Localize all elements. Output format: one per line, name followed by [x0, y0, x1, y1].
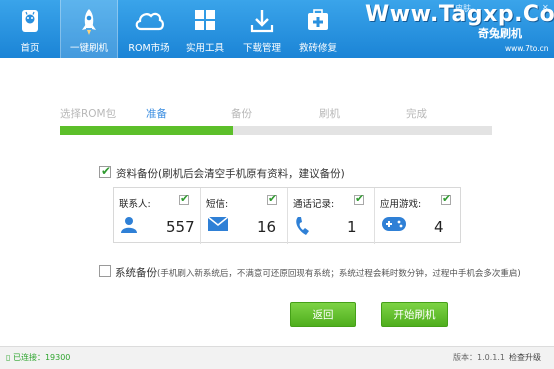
checkmark-icon: ✔ [180, 192, 190, 205]
check-update-link[interactable]: 检查升级 [509, 352, 541, 363]
backup-item-sms: 短信: ✔ 16 [201, 188, 288, 244]
sms-count: 16 [257, 218, 277, 236]
connection-status: ▯ 已连接：19300 [6, 352, 70, 363]
brand-url: www.7to.cn [505, 44, 549, 53]
sms-label: 短信: [206, 199, 229, 210]
first-aid-icon [306, 8, 330, 35]
contacts-count: 557 [166, 218, 195, 236]
checkmark-icon: ✔ [442, 192, 452, 205]
tab-home[interactable]: 首页 [4, 0, 56, 58]
call-log-label: 通话记录: [293, 199, 335, 210]
checkmark-icon: ✔ [355, 192, 365, 205]
backup-items-panel: 联系人: ✔ 557 短信: ✔ 16 通话记录: ✔ 1 应用游戏: ✔ 4 [113, 187, 461, 244]
gamepad-icon [381, 216, 407, 236]
back-button[interactable]: 返回 [290, 302, 356, 327]
progress-bar-fill [60, 126, 233, 135]
data-backup-title: 资料备份 [116, 168, 158, 180]
phone-connected-icon: ▯ [6, 353, 11, 362]
data-backup-note: (刷机后会清空手机原有资料，建议备份) [158, 168, 345, 180]
watermark-text: Www.Tagxp.Com [365, 2, 554, 27]
cloud-icon [133, 8, 165, 35]
system-backup-title: 系统备份 [115, 267, 157, 279]
android-home-icon [19, 8, 41, 37]
contacts-label: 联系人: [119, 199, 151, 210]
apps-label: 应用游戏: [380, 199, 422, 210]
tab-download-manager[interactable]: 下载管理 [236, 0, 288, 58]
status-bar: ▯ 已连接：19300 版本：1.0.1.1 检查升级 [0, 346, 554, 369]
start-flash-button[interactable]: 开始刷机 [381, 302, 448, 327]
rocket-icon [78, 8, 100, 39]
tab-home-label: 首页 [20, 43, 40, 54]
sms-checkbox[interactable]: ✔ [267, 192, 278, 205]
progress-bar [60, 126, 492, 135]
step-prepare: 准备 [146, 108, 167, 120]
brand-name: 奇兔刷机 [478, 27, 522, 40]
system-backup-checkbox[interactable] [99, 265, 111, 277]
call-log-count: 1 [347, 218, 357, 236]
system-backup-note: (手机刷入新系统后，不满意可还原回现有系统；系统过程会耗时数分钟，过程中手机会多… [157, 269, 521, 279]
connection-status-text: 已连接：19300 [12, 353, 71, 362]
system-backup-label: 系统备份(手机刷入新系统后，不满意可还原回现有系统；系统过程会耗时数分钟，过程中… [115, 265, 521, 280]
step-select-rom: 选择ROM包 [60, 108, 117, 120]
tab-rom-market-label: ROM市场 [128, 43, 170, 54]
sms-envelope-icon [207, 216, 229, 236]
backup-item-call-log: 通话记录: ✔ 1 [288, 188, 375, 244]
tab-rom-market[interactable]: ROM市场 [122, 0, 176, 58]
data-backup-label: 资料备份(刷机后会清空手机原有资料，建议备份) [116, 166, 345, 181]
apps-checkbox[interactable]: ✔ [441, 192, 452, 205]
tab-one-click-flash-label: 一键刷机 [69, 43, 108, 54]
tab-download-manager-label: 下载管理 [242, 43, 281, 54]
phone-handset-icon [294, 216, 312, 240]
step-flash: 刷机 [319, 108, 340, 120]
tab-one-click-flash[interactable]: 一键刷机 [60, 0, 118, 58]
contact-person-icon [120, 216, 138, 238]
tab-tools-label: 实用工具 [185, 43, 224, 54]
checkmark-icon: ✔ [268, 192, 278, 205]
version-text: 版本：1.0.1.1 [453, 353, 505, 362]
grid-tools-icon [193, 8, 217, 35]
tab-unbrick-repair[interactable]: 救砖修复 [292, 0, 344, 58]
backup-item-apps: 应用游戏: ✔ 4 [375, 188, 461, 244]
data-backup-checkbox[interactable]: ✔ [99, 164, 112, 178]
tab-tools[interactable]: 实用工具 [179, 0, 231, 58]
apps-count: 4 [434, 218, 444, 236]
step-backup: 备份 [231, 108, 252, 120]
tab-unbrick-repair-label: 救砖修复 [298, 43, 337, 54]
top-navigation-bar: 首页 一键刷机 ROM市场 实用工具 下载管理 救砖修复 皮肤 — ✕ Www.… [0, 0, 554, 58]
backup-item-contacts: 联系人: ✔ 557 [114, 188, 201, 244]
checkmark-icon: ✔ [101, 164, 112, 178]
contacts-checkbox[interactable]: ✔ [179, 192, 190, 205]
step-complete: 完成 [406, 108, 427, 120]
call-log-checkbox[interactable]: ✔ [354, 192, 365, 205]
download-icon [250, 8, 274, 37]
